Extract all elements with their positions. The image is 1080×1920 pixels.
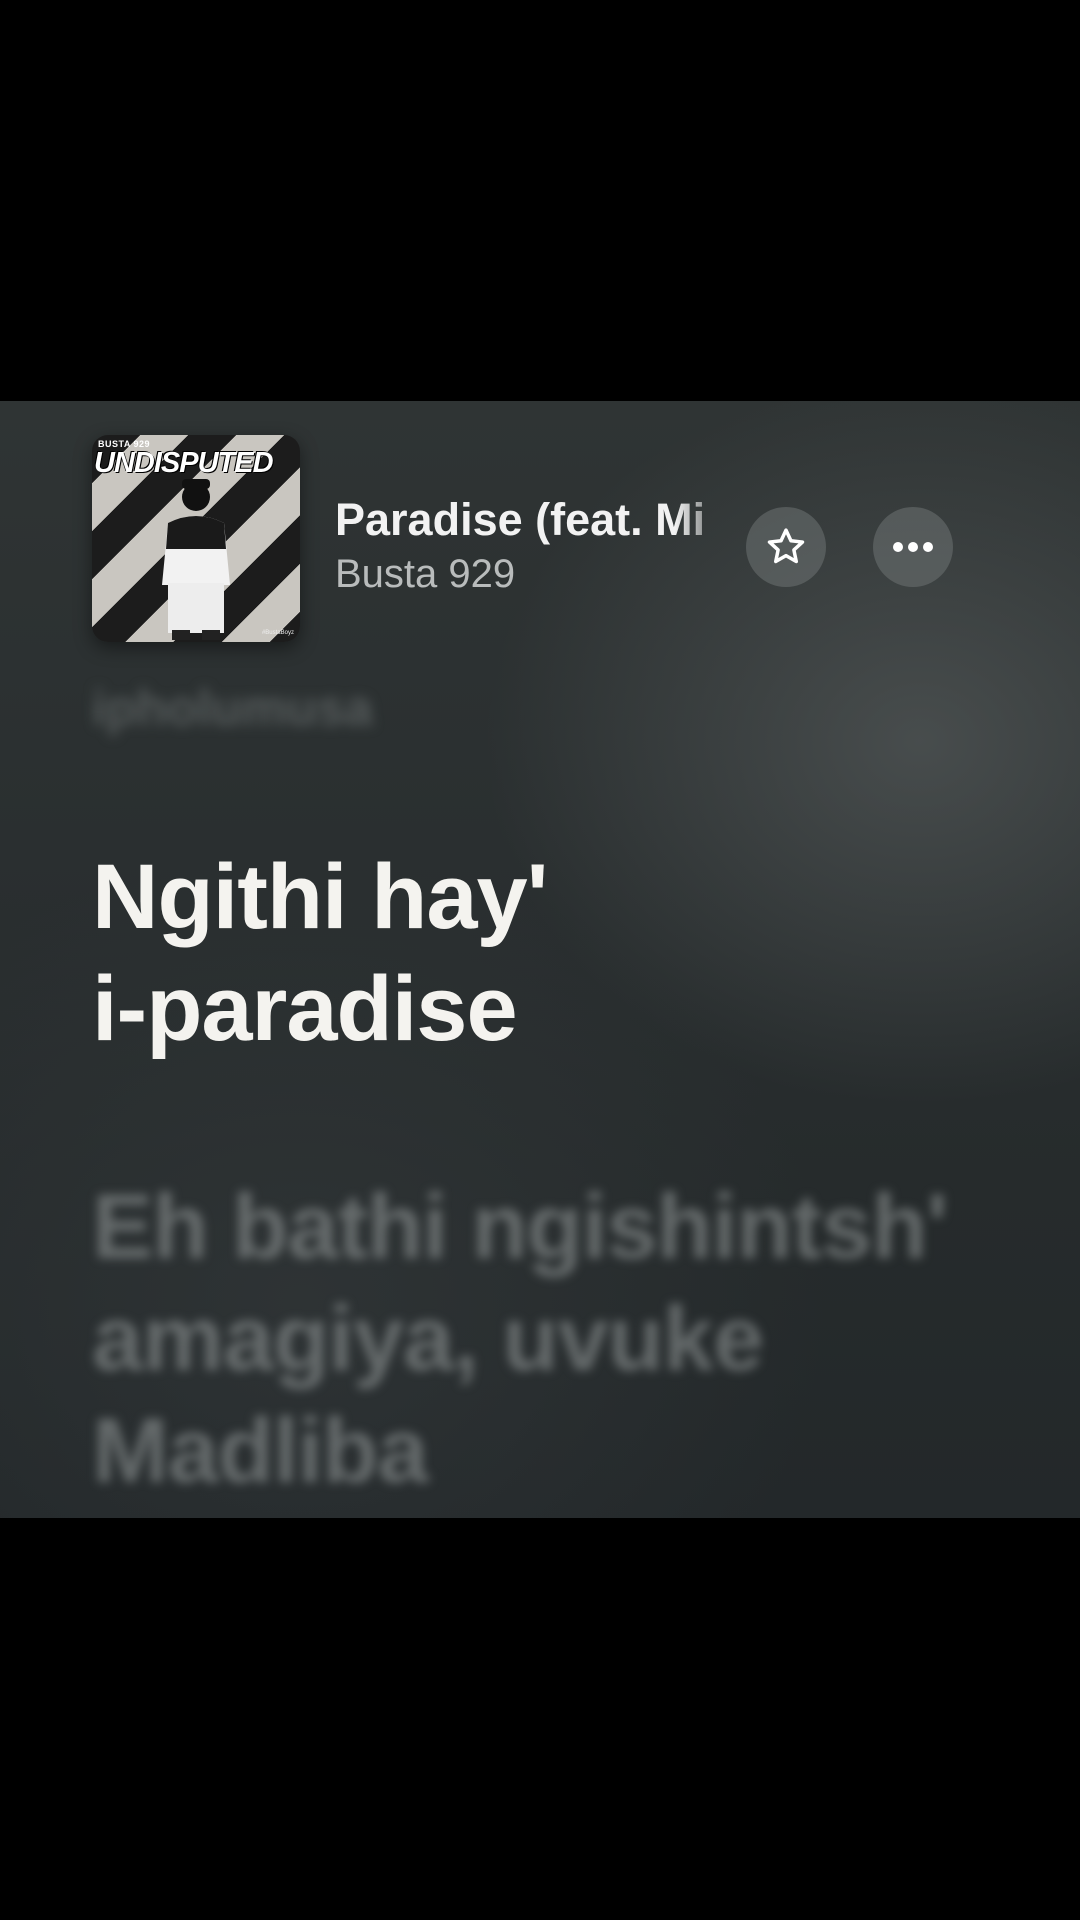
lyrics-player: BUSTA 929 UNDISPUTED #BustaBoyz Paradise…: [0, 401, 1080, 1518]
lyric-line-current[interactable]: Ngithi hay' i-paradise: [92, 841, 992, 1065]
lyric-line-previous[interactable]: ipholumusa: [92, 679, 373, 737]
lyric-line-next[interactable]: Eh bathi ngishintsh' amagiya, uvuke Madl…: [92, 1171, 1032, 1507]
more-options-button[interactable]: [873, 507, 953, 587]
lyric-next-line-1: Eh bathi ngishintsh': [92, 1176, 948, 1278]
ellipsis-icon: [893, 542, 933, 552]
favorite-button[interactable]: [746, 507, 826, 587]
lyric-next-line-2: amagiya, uvuke: [92, 1288, 764, 1390]
album-art[interactable]: BUSTA 929 UNDISPUTED #BustaBoyz: [92, 435, 300, 642]
lyric-current-line-2: i-paradise: [92, 958, 518, 1060]
screen: BUSTA 929 UNDISPUTED #BustaBoyz Paradise…: [0, 0, 1080, 1920]
album-art-signature: #BustaBoyz: [261, 630, 294, 636]
track-artist[interactable]: Busta 929: [335, 552, 515, 597]
star-outline-icon: [767, 528, 805, 564]
album-art-figure: [162, 479, 230, 640]
track-title[interactable]: Paradise (feat. Mi: [335, 494, 735, 546]
lyric-current-line-1: Ngithi hay': [92, 846, 549, 948]
lyric-next-line-3: Madliba: [92, 1400, 428, 1502]
